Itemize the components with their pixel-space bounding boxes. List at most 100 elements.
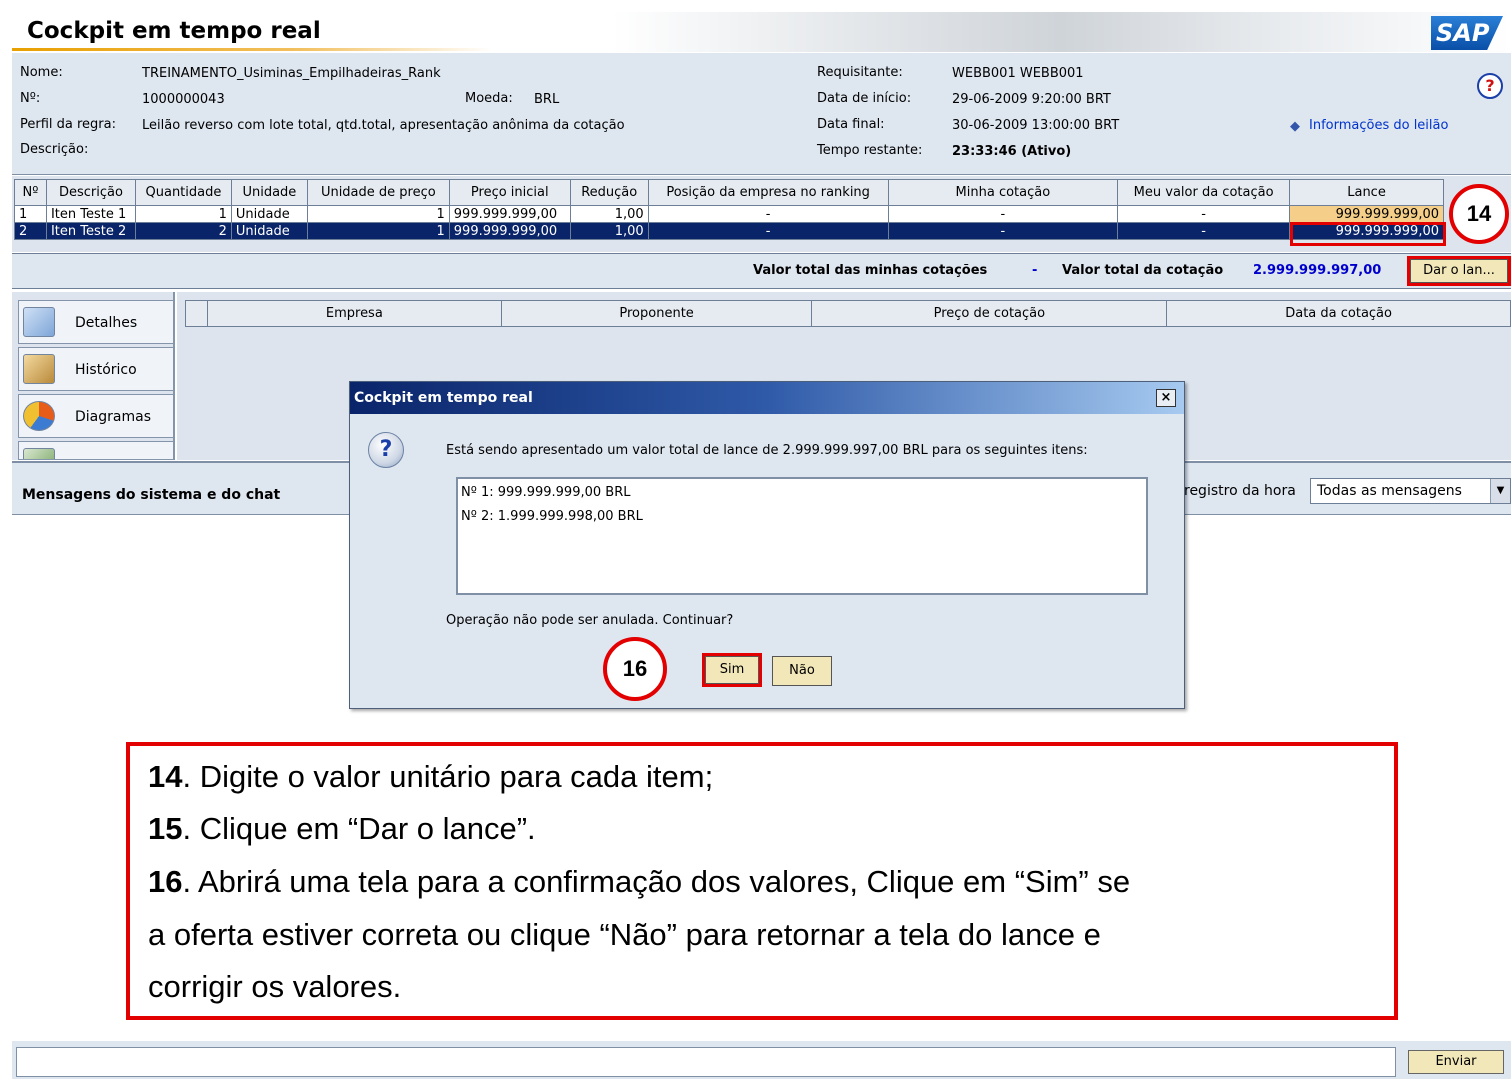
col-header-reducao[interactable]: Redução bbox=[569, 179, 649, 206]
dialog-title-bar: Cockpit em tempo real × bbox=[350, 382, 1184, 414]
col-header-empresa[interactable]: Empresa bbox=[206, 300, 502, 327]
instruction-line-15: 15. Clique em “Dar o lance”. bbox=[148, 811, 536, 846]
messages-title: Mensagens do sistema e do chat bbox=[22, 487, 281, 503]
cell-preco-inicial: 999.999.999,00 bbox=[448, 222, 571, 240]
col-header-preco-cotacao[interactable]: Preço de cotação bbox=[811, 300, 1168, 327]
restante-value: 23:33:46 (Ativo) bbox=[952, 144, 1072, 159]
auction-header: Nome: TREINAMENTO_Usiminas_Empilhadeiras… bbox=[12, 53, 1511, 175]
items-table: Nº Descrição Quantidade Unidade Unidade … bbox=[14, 179, 1444, 240]
yes-button[interactable]: Sim bbox=[702, 653, 762, 687]
document-icon bbox=[23, 448, 55, 459]
minhas-cotacoes-label: Valor total das minhas cotações bbox=[753, 263, 988, 278]
sap-logo: SAP bbox=[1431, 16, 1503, 50]
cell-meu-valor: - bbox=[1117, 205, 1291, 223]
dialog-warning: Operação não pode ser anulada. Continuar… bbox=[446, 613, 734, 628]
nav-label: Detalhes bbox=[75, 315, 138, 331]
dialog-title: Cockpit em tempo real bbox=[354, 390, 533, 406]
nav-label: Histórico bbox=[75, 362, 137, 378]
cell-unidade: Unidade bbox=[230, 205, 308, 223]
cell-no: 1 bbox=[14, 205, 47, 223]
window-title: Cockpit em tempo real bbox=[27, 18, 321, 44]
list-item: Nº 2: 1.999.999.998,00 BRL bbox=[461, 509, 643, 524]
nav-item-detalhes[interactable]: Detalhes bbox=[18, 300, 174, 344]
no-button[interactable]: Não bbox=[772, 656, 832, 686]
col-header-descricao[interactable]: Descrição bbox=[45, 179, 136, 206]
col-header-data-cotacao[interactable]: Data da cotação bbox=[1166, 300, 1511, 327]
col-header-quantidade[interactable]: Quantidade bbox=[134, 179, 232, 206]
cell-posicao: - bbox=[647, 205, 889, 223]
col-header-unidade-preco[interactable]: Unidade de preço bbox=[306, 179, 450, 206]
cell-meu-valor: - bbox=[1117, 222, 1291, 240]
col-header-no[interactable]: Nº bbox=[14, 179, 47, 206]
col-header-lance[interactable]: Lance bbox=[1289, 179, 1444, 206]
totals-bar: Valor total das minhas cotações - Valor … bbox=[12, 253, 1511, 289]
col-header-unidade[interactable]: Unidade bbox=[230, 179, 308, 206]
nome-value: TREINAMENTO_Usiminas_Empilhadeiras_Rank bbox=[142, 66, 441, 81]
send-button[interactable]: Enviar bbox=[1408, 1050, 1504, 1074]
requisitante-label: Requisitante: bbox=[817, 65, 903, 80]
cell-quantidade: 1 bbox=[134, 205, 232, 223]
table-row[interactable]: 1 Iten Teste 1 1 Unidade 1 999.999.999,0… bbox=[14, 205, 1444, 223]
help-icon[interactable]: ? bbox=[1477, 73, 1503, 99]
pie-chart-icon bbox=[23, 401, 55, 431]
col-header-posicao[interactable]: Posição da empresa no ranking bbox=[647, 179, 889, 206]
bid-button[interactable]: Dar o lan... bbox=[1407, 256, 1511, 286]
message-filter-value: Todas as mensagens bbox=[1317, 483, 1462, 499]
list-item: Nº 1: 999.999.999,00 BRL bbox=[461, 485, 631, 500]
magnifier-icon bbox=[23, 307, 55, 337]
total-cotacao-label: Valor total da cotação bbox=[1062, 263, 1224, 278]
instruction-line-14: 14. Digite o valor unitário para cada it… bbox=[148, 759, 714, 794]
final-label: Data final: bbox=[817, 117, 885, 132]
inicio-label: Data de início: bbox=[817, 91, 912, 106]
chevron-down-icon[interactable]: ▼ bbox=[1490, 479, 1510, 503]
col-header-select[interactable] bbox=[185, 300, 208, 327]
col-header-proponente[interactable]: Proponente bbox=[500, 300, 813, 327]
question-icon: ? bbox=[368, 432, 404, 468]
cell-descricao: Iten Teste 1 bbox=[45, 205, 136, 223]
dialog-item-list[interactable]: Nº 1: 999.999.999,00 BRL Nº 2: 1.999.999… bbox=[456, 477, 1148, 595]
numero-value: 1000000043 bbox=[142, 92, 225, 107]
cell-reducao: 1,00 bbox=[569, 222, 649, 240]
confirm-dialog: Cockpit em tempo real × ? Está sendo apr… bbox=[349, 381, 1185, 709]
lance-input[interactable]: 999.999.999,00 bbox=[1289, 205, 1444, 223]
cell-posicao: - bbox=[647, 222, 889, 240]
message-filter-select[interactable]: Todas as mensagens ▼ bbox=[1310, 478, 1511, 504]
inicio-value: 29-06-2009 9:20:00 BRT bbox=[952, 92, 1111, 107]
restante-label: Tempo restante: bbox=[817, 143, 923, 158]
moeda-value: BRL bbox=[534, 92, 560, 107]
cell-preco-inicial: 999.999.999,00 bbox=[448, 205, 571, 223]
nav-item-more[interactable] bbox=[18, 441, 174, 460]
col-header-minha-cotacao[interactable]: Minha cotação bbox=[887, 179, 1119, 206]
history-icon bbox=[23, 354, 55, 384]
nav-item-historico[interactable]: Histórico bbox=[18, 347, 174, 391]
instruction-line-16: 16. Abrirá uma tela para a confirmação d… bbox=[148, 864, 1131, 899]
nav-item-diagramas[interactable]: Diagramas bbox=[18, 394, 174, 438]
col-header-meu-valor[interactable]: Meu valor da cotação bbox=[1117, 179, 1291, 206]
cell-unidade-preco: 1 bbox=[306, 205, 450, 223]
total-cotacao-value: 2.999.999.997,00 bbox=[1253, 263, 1382, 278]
nav-label: Diagramas bbox=[75, 409, 151, 425]
col-header-preco-inicial[interactable]: Preço inicial bbox=[448, 179, 571, 206]
instructions-box: 14. Digite o valor unitário para cada it… bbox=[126, 742, 1398, 1020]
step-16-callout: 16 bbox=[603, 637, 667, 701]
minhas-cotacoes-value: - bbox=[1032, 263, 1038, 278]
cell-quantidade: 2 bbox=[134, 222, 232, 240]
close-icon[interactable]: × bbox=[1156, 389, 1176, 407]
items-header-row: Nº Descrição Quantidade Unidade Unidade … bbox=[14, 179, 1444, 206]
descricao-label: Descrição: bbox=[20, 142, 89, 157]
perfil-label: Perfil da regra: bbox=[20, 117, 117, 132]
cell-minha-cotacao: - bbox=[887, 205, 1119, 223]
cell-reducao: 1,00 bbox=[569, 205, 649, 223]
numero-label: Nº: bbox=[20, 91, 41, 106]
auction-info-link[interactable]: Informações do leilão bbox=[1309, 118, 1448, 133]
moeda-label: Moeda: bbox=[465, 91, 513, 106]
history-header-row: Empresa Proponente Preço de cotação Data… bbox=[185, 300, 1511, 327]
final-value: 30-06-2009 13:00:00 BRT bbox=[952, 118, 1120, 133]
requisitante-value: WEBB001 WEBB001 bbox=[952, 66, 1084, 81]
title-underline bbox=[12, 48, 492, 51]
side-nav: Detalhes Histórico Diagramas bbox=[12, 292, 175, 460]
cell-minha-cotacao: - bbox=[887, 222, 1119, 240]
chat-input[interactable] bbox=[16, 1047, 1396, 1077]
table-row[interactable]: 2 Iten Teste 2 2 Unidade 1 999.999.999,0… bbox=[14, 222, 1444, 240]
nome-label: Nome: bbox=[20, 65, 63, 80]
